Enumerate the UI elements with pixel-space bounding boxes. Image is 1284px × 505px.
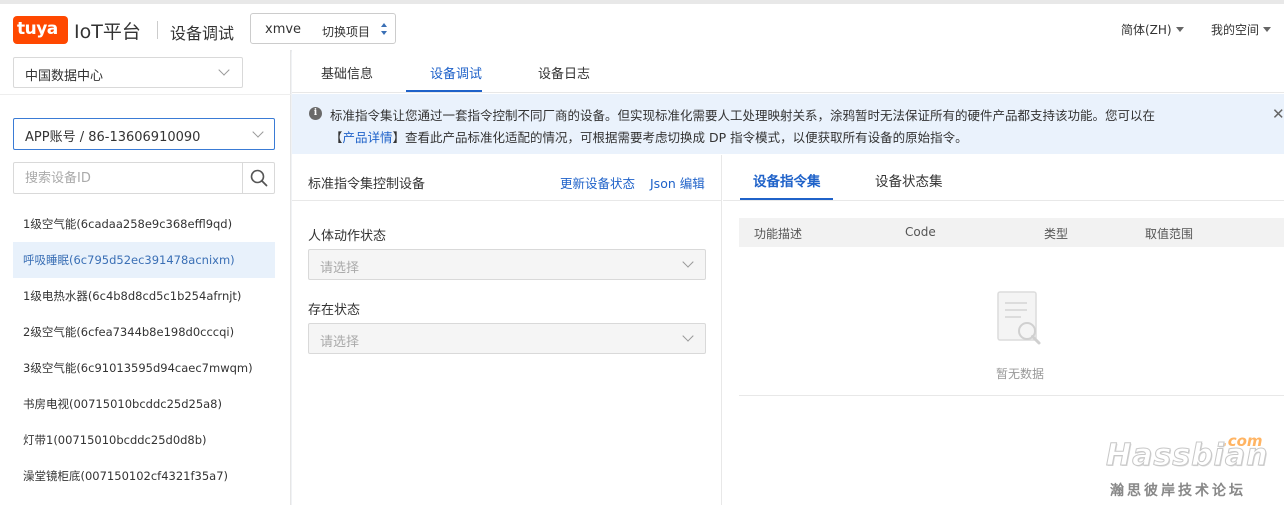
chevron-down-icon [218,64,230,76]
column-header: Code [905,225,936,239]
device-item[interactable]: 3级空气能(6c91013595d94caec7mwqm) [13,350,275,386]
platform-name[interactable]: IoT平台 [74,17,141,44]
presence-state-select[interactable]: 请选择 [308,323,706,354]
table-header: 功能描述 Code 类型 取值范围 [739,218,1284,247]
data-center-label: 中国数据中心 [25,69,104,84]
motion-state-select[interactable]: 请选择 [308,249,706,280]
active-tab-indicator [406,90,482,92]
field-label-presence: 存在状态 [308,303,361,318]
device-item[interactable]: 1级电热水器(6c4b8d8cd5c1b254afrnjt) [13,278,275,314]
sidebar-divider [0,94,291,95]
json-edit-link[interactable]: Json 编辑 [650,173,705,192]
tab-divider [723,200,1284,201]
search-icon [250,169,268,187]
refresh-status-link[interactable]: 更新设备状态 [560,173,635,192]
updown-arrow-icon [381,23,387,35]
account-select[interactable]: APP账号 / 86-13606910090 [13,118,275,150]
language-label: 简体(ZH) [1121,23,1172,37]
device-item[interactable]: 1级空气能(6cadaa258e9c368effl9qd) [13,206,275,242]
watermark-brand: Hassbian [1105,438,1269,474]
tab-basic-info[interactable]: 基础信息 [321,63,373,82]
caret-down-icon [1263,27,1272,32]
notice-text-line2: 【产品详情】查看此产品标准化适配的情况，可根据需要考虑切换成 DP 指令模式，以… [330,127,968,146]
chevron-down-icon [682,256,694,268]
tab-status-set[interactable]: 设备状态集 [875,170,943,190]
caret-down-icon [1175,27,1184,32]
select-placeholder: 请选择 [320,261,360,276]
panel-title: 标准指令集控制设备 [308,177,426,192]
device-item[interactable]: 书房电视(00715010bcddc25d25a8) [13,386,275,422]
device-search-input[interactable] [14,163,243,193]
empty-text: 暂无数据 [995,367,1044,381]
main-content: 基础信息 设备调试 设备日志 i 标准指令集让您通过一套指令控制不同厂商的设备。… [292,50,1284,505]
tab-device-log[interactable]: 设备日志 [538,63,590,82]
device-list: 1级空气能(6cadaa258e9c368effl9qd) 呼吸睡眠(6c795… [13,206,275,494]
column-header: 功能描述 [754,227,803,241]
data-center-select[interactable]: 中国数据中心 [13,57,243,88]
product-detail-link[interactable]: 产品详情 [343,130,393,145]
device-item[interactable]: 2级空气能(6cfea7344b8e198d0cccqi) [13,314,275,350]
project-name: xmve [265,22,302,37]
tab-instruction-set[interactable]: 设备指令集 [753,170,821,190]
tab-device-debug[interactable]: 设备调试 [430,63,482,82]
sidebar: 中国数据中心 APP账号 / 86-13606910090 1级空气能(6cad… [0,50,291,505]
panel-header: 标准指令集控制设备 更新设备状态 Json 编辑 [292,155,722,201]
notice-bracket: 【 [330,130,343,145]
top-header: tuya IoT平台 设备调试 xmve 切换项目 简体(ZH) 我的空间 [0,0,1284,50]
device-item[interactable]: 灯带1(00715010bcddc25d0d8b) [13,422,275,458]
column-header: 取值范围 [1145,227,1194,241]
device-item[interactable]: 澡堂镜柜底(007150102cf4321f35a7) [13,458,275,494]
account-label: APP账号 / 86-13606910090 [25,130,201,145]
notice-text-rest: 】查看此产品标准化适配的情况，可根据需要考虑切换成 DP 指令模式，以便获取所有… [392,130,968,145]
column-header: 类型 [1044,227,1069,241]
tuya-logo[interactable]: tuya [13,16,68,44]
table-bottom-border [739,395,1284,396]
close-icon[interactable]: ✕ [1272,105,1284,123]
standard-control-panel: 标准指令集控制设备 更新设备状态 Json 编辑 人体动作状态 请选择 存在状态… [292,155,722,505]
info-icon: i [309,107,322,120]
logo-text: tuya [17,19,58,39]
my-space-label: 我的空间 [1211,23,1260,37]
language-select[interactable]: 简体(ZH) [1121,21,1184,38]
main-tabs: 基础信息 设备调试 设备日志 [292,50,1284,93]
project-select[interactable]: xmve 切换项目 [250,13,396,44]
project-switch-label: 切换项目 [322,25,371,39]
watermark-subtitle: 瀚思彼岸技术论坛 [1110,483,1246,499]
chevron-down-icon [252,126,264,138]
info-notice: i 标准指令集让您通过一套指令控制不同厂商的设备。但实现标准化需要人工处理映射关… [292,94,1284,154]
select-placeholder: 请选择 [320,335,360,350]
my-space-menu[interactable]: 我的空间 [1211,21,1272,38]
device-search [13,162,275,194]
header-divider [157,21,158,39]
notice-text-line1: 标准指令集让您通过一套指令控制不同厂商的设备。但实现标准化需要人工处理映射关系，… [330,108,1156,123]
chevron-down-icon [682,330,694,342]
field-label-motion: 人体动作状态 [308,229,387,244]
page-title: 设备调试 [170,24,235,43]
search-button[interactable] [242,163,274,193]
device-item-selected[interactable]: 呼吸睡眠(6c795d52ec391478acnixm) [13,242,275,278]
empty-document-icon [997,291,1041,345]
